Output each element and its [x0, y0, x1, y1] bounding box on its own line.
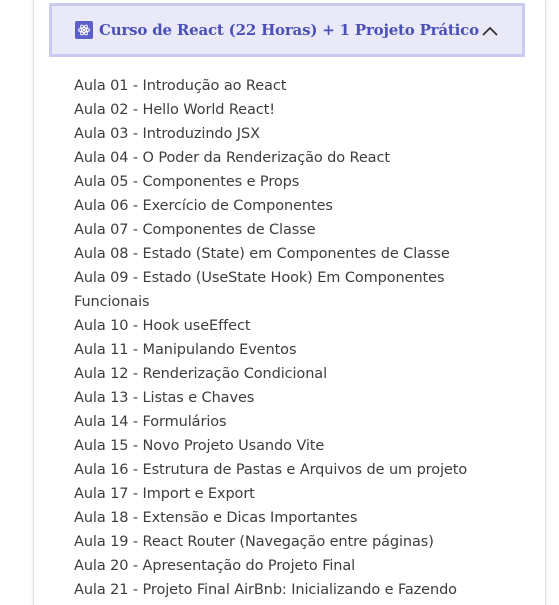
lesson-item: Aula 18 - Extensão e Dicas Importantes — [74, 510, 358, 526]
lesson-item: Aula 19 - React Router (Navegação entre … — [74, 534, 434, 550]
lesson-item: Aula 21 - Projeto Final AirBnb: Iniciali… — [74, 582, 457, 598]
lesson-item: Aula 17 - Import e Export — [74, 486, 255, 502]
lesson-item: Aula 10 - Hook useEffect — [74, 318, 251, 334]
lesson-item: Aula 20 - Apresentação do Projeto Final — [74, 558, 356, 574]
lesson-item: Aula 14 - Formulários — [74, 414, 227, 430]
lesson-item: Aula 16 - Estrutura de Pastas e Arquivos… — [74, 462, 468, 478]
lesson-item: Aula 09 - Estado (UseState Hook) Em Comp… — [74, 270, 445, 310]
lesson-item: Aula 15 - Novo Projeto Usando Vite — [74, 438, 325, 454]
lesson-item: Aula 11 - Manipulando Eventos — [74, 342, 297, 358]
lesson-item: Aula 13 - Listas e Chaves — [74, 390, 255, 406]
accordion-header[interactable]: Curso de React (22 Horas) + 1 Projeto Pr… — [49, 3, 525, 57]
course-title: Curso de React (22 Horas) + 1 Projeto Pr… — [99, 21, 479, 39]
lesson-item: Aula 02 - Hello World React! — [74, 102, 275, 118]
chevron-up-icon[interactable] — [481, 23, 499, 37]
lesson-item: Aula 03 - Introduzindo JSX — [74, 126, 260, 142]
lesson-item: Aula 06 - Exercício de Componentes — [74, 198, 333, 214]
lesson-item: Aula 08 - Estado (State) em Componentes … — [74, 246, 450, 262]
lesson-list: Aula 01 - Introdução ao React Aula 02 - H… — [74, 74, 494, 602]
lesson-item: Aula 01 - Introdução ao React — [74, 78, 287, 94]
lesson-item: Aula 12 - Renderização Condicional — [74, 366, 328, 382]
lesson-item: Aula 04 - O Poder da Renderização do Rea… — [74, 150, 390, 166]
page: Curso de React (22 Horas) + 1 Projeto Pr… — [0, 0, 559, 605]
lesson-item: Aula 05 - Componentes e Props — [74, 174, 300, 190]
lesson-item: Aula 07 - Componentes de Classe — [74, 222, 316, 238]
react-icon — [75, 21, 93, 39]
